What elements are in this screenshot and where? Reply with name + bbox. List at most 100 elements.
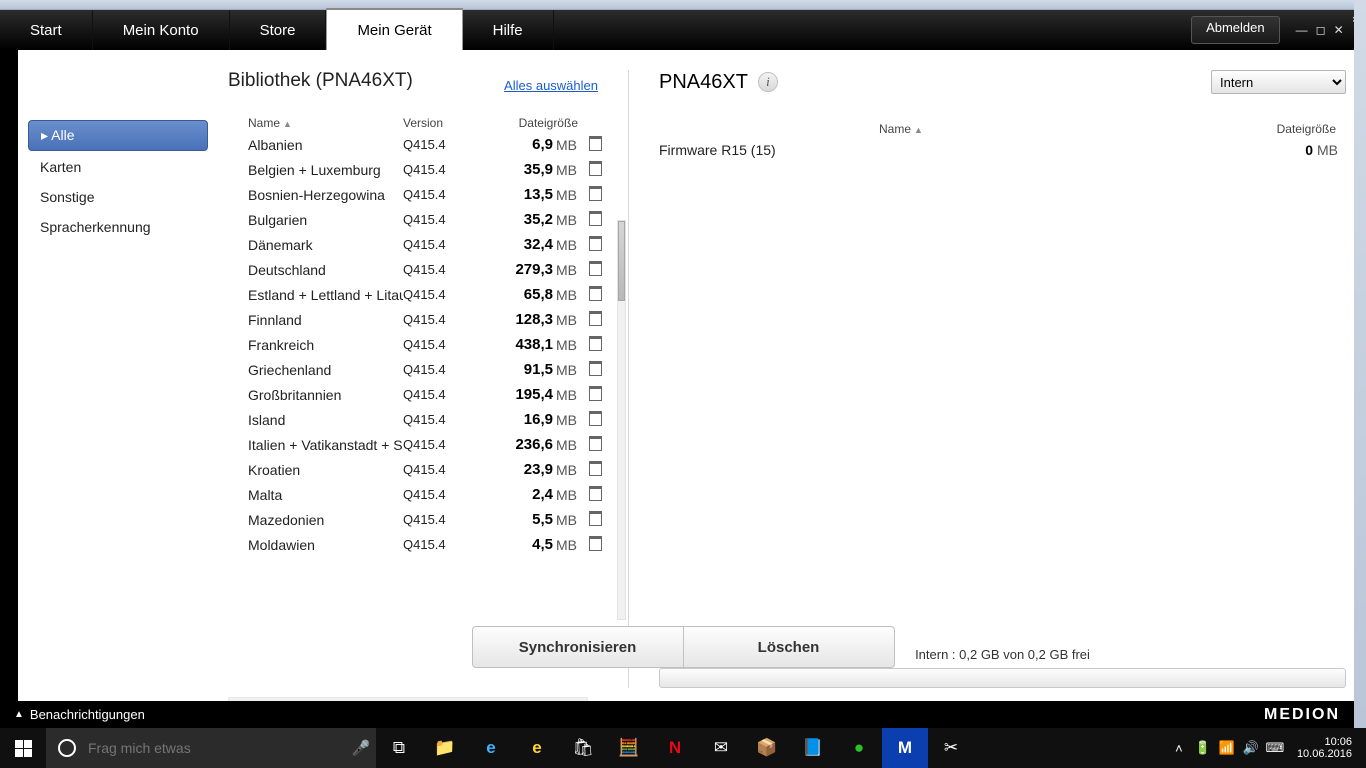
nav-tab-start[interactable]: Start xyxy=(0,10,93,50)
library-vertical-scrollbar[interactable] xyxy=(617,220,626,620)
trash-icon[interactable] xyxy=(583,186,607,204)
library-row[interactable]: Bosnien-HerzegowinaQ415.413,5MB xyxy=(228,182,628,207)
library-row[interactable]: DeutschlandQ415.4279,3MB xyxy=(228,257,628,282)
device-header-size[interactable]: Dateigröße xyxy=(1277,122,1336,136)
sidebar-item-spracherkennung[interactable]: Spracherkennung xyxy=(28,213,208,241)
start-button[interactable] xyxy=(0,728,46,768)
nav-tab-store[interactable]: Store xyxy=(230,10,327,50)
tray-wifi-icon[interactable]: 📶 xyxy=(1215,740,1239,756)
ebook-icon[interactable]: 📘 xyxy=(790,728,836,768)
sync-button[interactable]: Synchronisieren xyxy=(473,627,683,667)
row-name: Deutschland xyxy=(248,262,403,278)
green-app-icon[interactable]: ● xyxy=(836,728,882,768)
file-explorer-icon[interactable]: 📁 xyxy=(422,728,468,768)
library-row[interactable]: KroatienQ415.423,9MB xyxy=(228,457,628,482)
trash-icon[interactable] xyxy=(583,436,607,454)
trash-icon[interactable] xyxy=(583,136,607,154)
trash-icon[interactable] xyxy=(583,461,607,479)
library-row[interactable]: IslandQ415.416,9MB xyxy=(228,407,628,432)
row-version: Q415.4 xyxy=(403,287,473,302)
snipping-tool-icon[interactable]: ✂ xyxy=(928,728,974,768)
trash-icon[interactable] xyxy=(583,536,607,554)
cortana-search[interactable]: 🎤 xyxy=(46,728,376,768)
library-row[interactable]: Belgien + LuxemburgQ415.435,9MB xyxy=(228,157,628,182)
trash-icon[interactable] xyxy=(583,511,607,529)
archive-icon[interactable]: 📦 xyxy=(744,728,790,768)
window-close-icon[interactable]: ✕ xyxy=(1334,23,1344,37)
nav-tab-hilfe[interactable]: Hilfe xyxy=(463,10,554,50)
row-unit: MB xyxy=(553,137,583,153)
tray-chevron-up-icon[interactable]: ˄ xyxy=(1167,741,1191,756)
library-row[interactable]: FrankreichQ415.4438,1MB xyxy=(228,332,628,357)
library-row[interactable]: MoldawienQ415.44,5MB xyxy=(228,532,628,557)
library-row[interactable]: Italien + Vatikanstadt + SaQ415.4236,6MB xyxy=(228,432,628,457)
notification-bar[interactable]: ▲ Benachrichtigungen MEDION xyxy=(0,701,1354,728)
row-version: Q415.4 xyxy=(403,237,473,252)
library-row[interactable]: BulgarienQ415.435,2MB xyxy=(228,207,628,232)
row-unit: MB xyxy=(553,387,583,403)
nav-tab-mein-konto[interactable]: Mein Konto xyxy=(93,10,230,50)
library-row[interactable]: FinnlandQ415.4128,3MB xyxy=(228,307,628,332)
window-maximize-icon[interactable]: ◻ xyxy=(1316,23,1326,37)
tray-clock[interactable]: 10:06 10.06.2016 xyxy=(1287,736,1362,760)
sidebar-item-alle[interactable]: ▸ Alle xyxy=(28,120,208,151)
row-unit: MB xyxy=(553,337,583,353)
library-row[interactable]: MazedonienQ415.45,5MB xyxy=(228,507,628,532)
trash-icon[interactable] xyxy=(583,211,607,229)
sort-asc-icon: ▲ xyxy=(283,119,292,129)
trash-icon[interactable] xyxy=(583,286,607,304)
trash-icon[interactable] xyxy=(583,361,607,379)
sidebar: ▸ AlleKartenSonstigeSpracherkennung xyxy=(18,50,218,708)
task-view-icon[interactable]: ⧉ xyxy=(376,728,422,768)
library-row[interactable]: GroßbritannienQ415.4195,4MB xyxy=(228,382,628,407)
device-header-name[interactable]: Name▲ xyxy=(879,122,923,136)
tray-volume-icon[interactable]: 🔊 xyxy=(1239,740,1263,756)
select-all-link[interactable]: Alles auswählen xyxy=(504,78,598,93)
ie-browser-icon[interactable]: e xyxy=(514,728,560,768)
tray-keyboard-icon[interactable]: ⌨ xyxy=(1263,740,1287,756)
trash-icon[interactable] xyxy=(583,486,607,504)
main-nav: StartMein KontoStoreMein GerätHilfe Abme… xyxy=(0,10,1366,50)
trash-icon[interactable] xyxy=(583,336,607,354)
edge-browser-icon[interactable]: e xyxy=(468,728,514,768)
device-row[interactable]: Firmware R15 (15)0MB xyxy=(659,142,1346,158)
netflix-icon[interactable]: N xyxy=(652,728,698,768)
calculator-icon[interactable]: 🧮 xyxy=(606,728,652,768)
trash-icon[interactable] xyxy=(583,411,607,429)
store-icon[interactable]: 🛍 xyxy=(560,728,606,768)
row-name: Bulgarien xyxy=(248,212,403,228)
search-input[interactable] xyxy=(88,740,346,756)
library-row[interactable]: AlbanienQ415.46,9MB xyxy=(228,132,628,157)
trash-icon[interactable] xyxy=(583,236,607,254)
info-icon[interactable]: i xyxy=(758,72,778,92)
trash-icon[interactable] xyxy=(583,311,607,329)
mail-icon[interactable]: ✉ xyxy=(698,728,744,768)
library-row[interactable]: Estland + Lettland + LitauQ415.465,8MB xyxy=(228,282,628,307)
row-unit: MB xyxy=(553,262,583,278)
drive-select[interactable]: Intern xyxy=(1211,70,1346,94)
row-name: Moldawien xyxy=(248,537,403,553)
medion-app-icon[interactable]: M xyxy=(882,728,928,768)
window-minimize-icon[interactable]: — xyxy=(1296,23,1308,37)
microphone-icon[interactable]: 🎤 xyxy=(346,739,376,757)
trash-icon[interactable] xyxy=(583,386,607,404)
library-header-version[interactable]: Version xyxy=(403,116,473,130)
library-header-name[interactable]: Name▲ xyxy=(248,116,403,130)
row-unit: MB xyxy=(553,187,583,203)
library-header-size[interactable]: Dateigröße xyxy=(473,116,578,130)
sidebar-item-sonstige[interactable]: Sonstige xyxy=(28,183,208,211)
action-button-group: Synchronisieren Löschen xyxy=(472,626,895,668)
scrollbar-thumb[interactable] xyxy=(618,221,625,301)
trash-icon[interactable] xyxy=(583,161,607,179)
row-size: 438,1 xyxy=(473,336,553,353)
nav-tab-mein-gerät[interactable]: Mein Gerät xyxy=(326,8,462,50)
library-row[interactable]: GriechenlandQ415.491,5MB xyxy=(228,357,628,382)
library-row[interactable]: DänemarkQ415.432,4MB xyxy=(228,232,628,257)
row-unit: MB xyxy=(553,487,583,503)
logout-button[interactable]: Abmelden xyxy=(1191,16,1280,44)
sidebar-item-karten[interactable]: Karten xyxy=(28,153,208,181)
library-row[interactable]: MaltaQ415.42,4MB xyxy=(228,482,628,507)
delete-button[interactable]: Löschen xyxy=(684,627,894,667)
trash-icon[interactable] xyxy=(583,261,607,279)
tray-battery-icon[interactable]: 🔋 xyxy=(1191,740,1215,756)
